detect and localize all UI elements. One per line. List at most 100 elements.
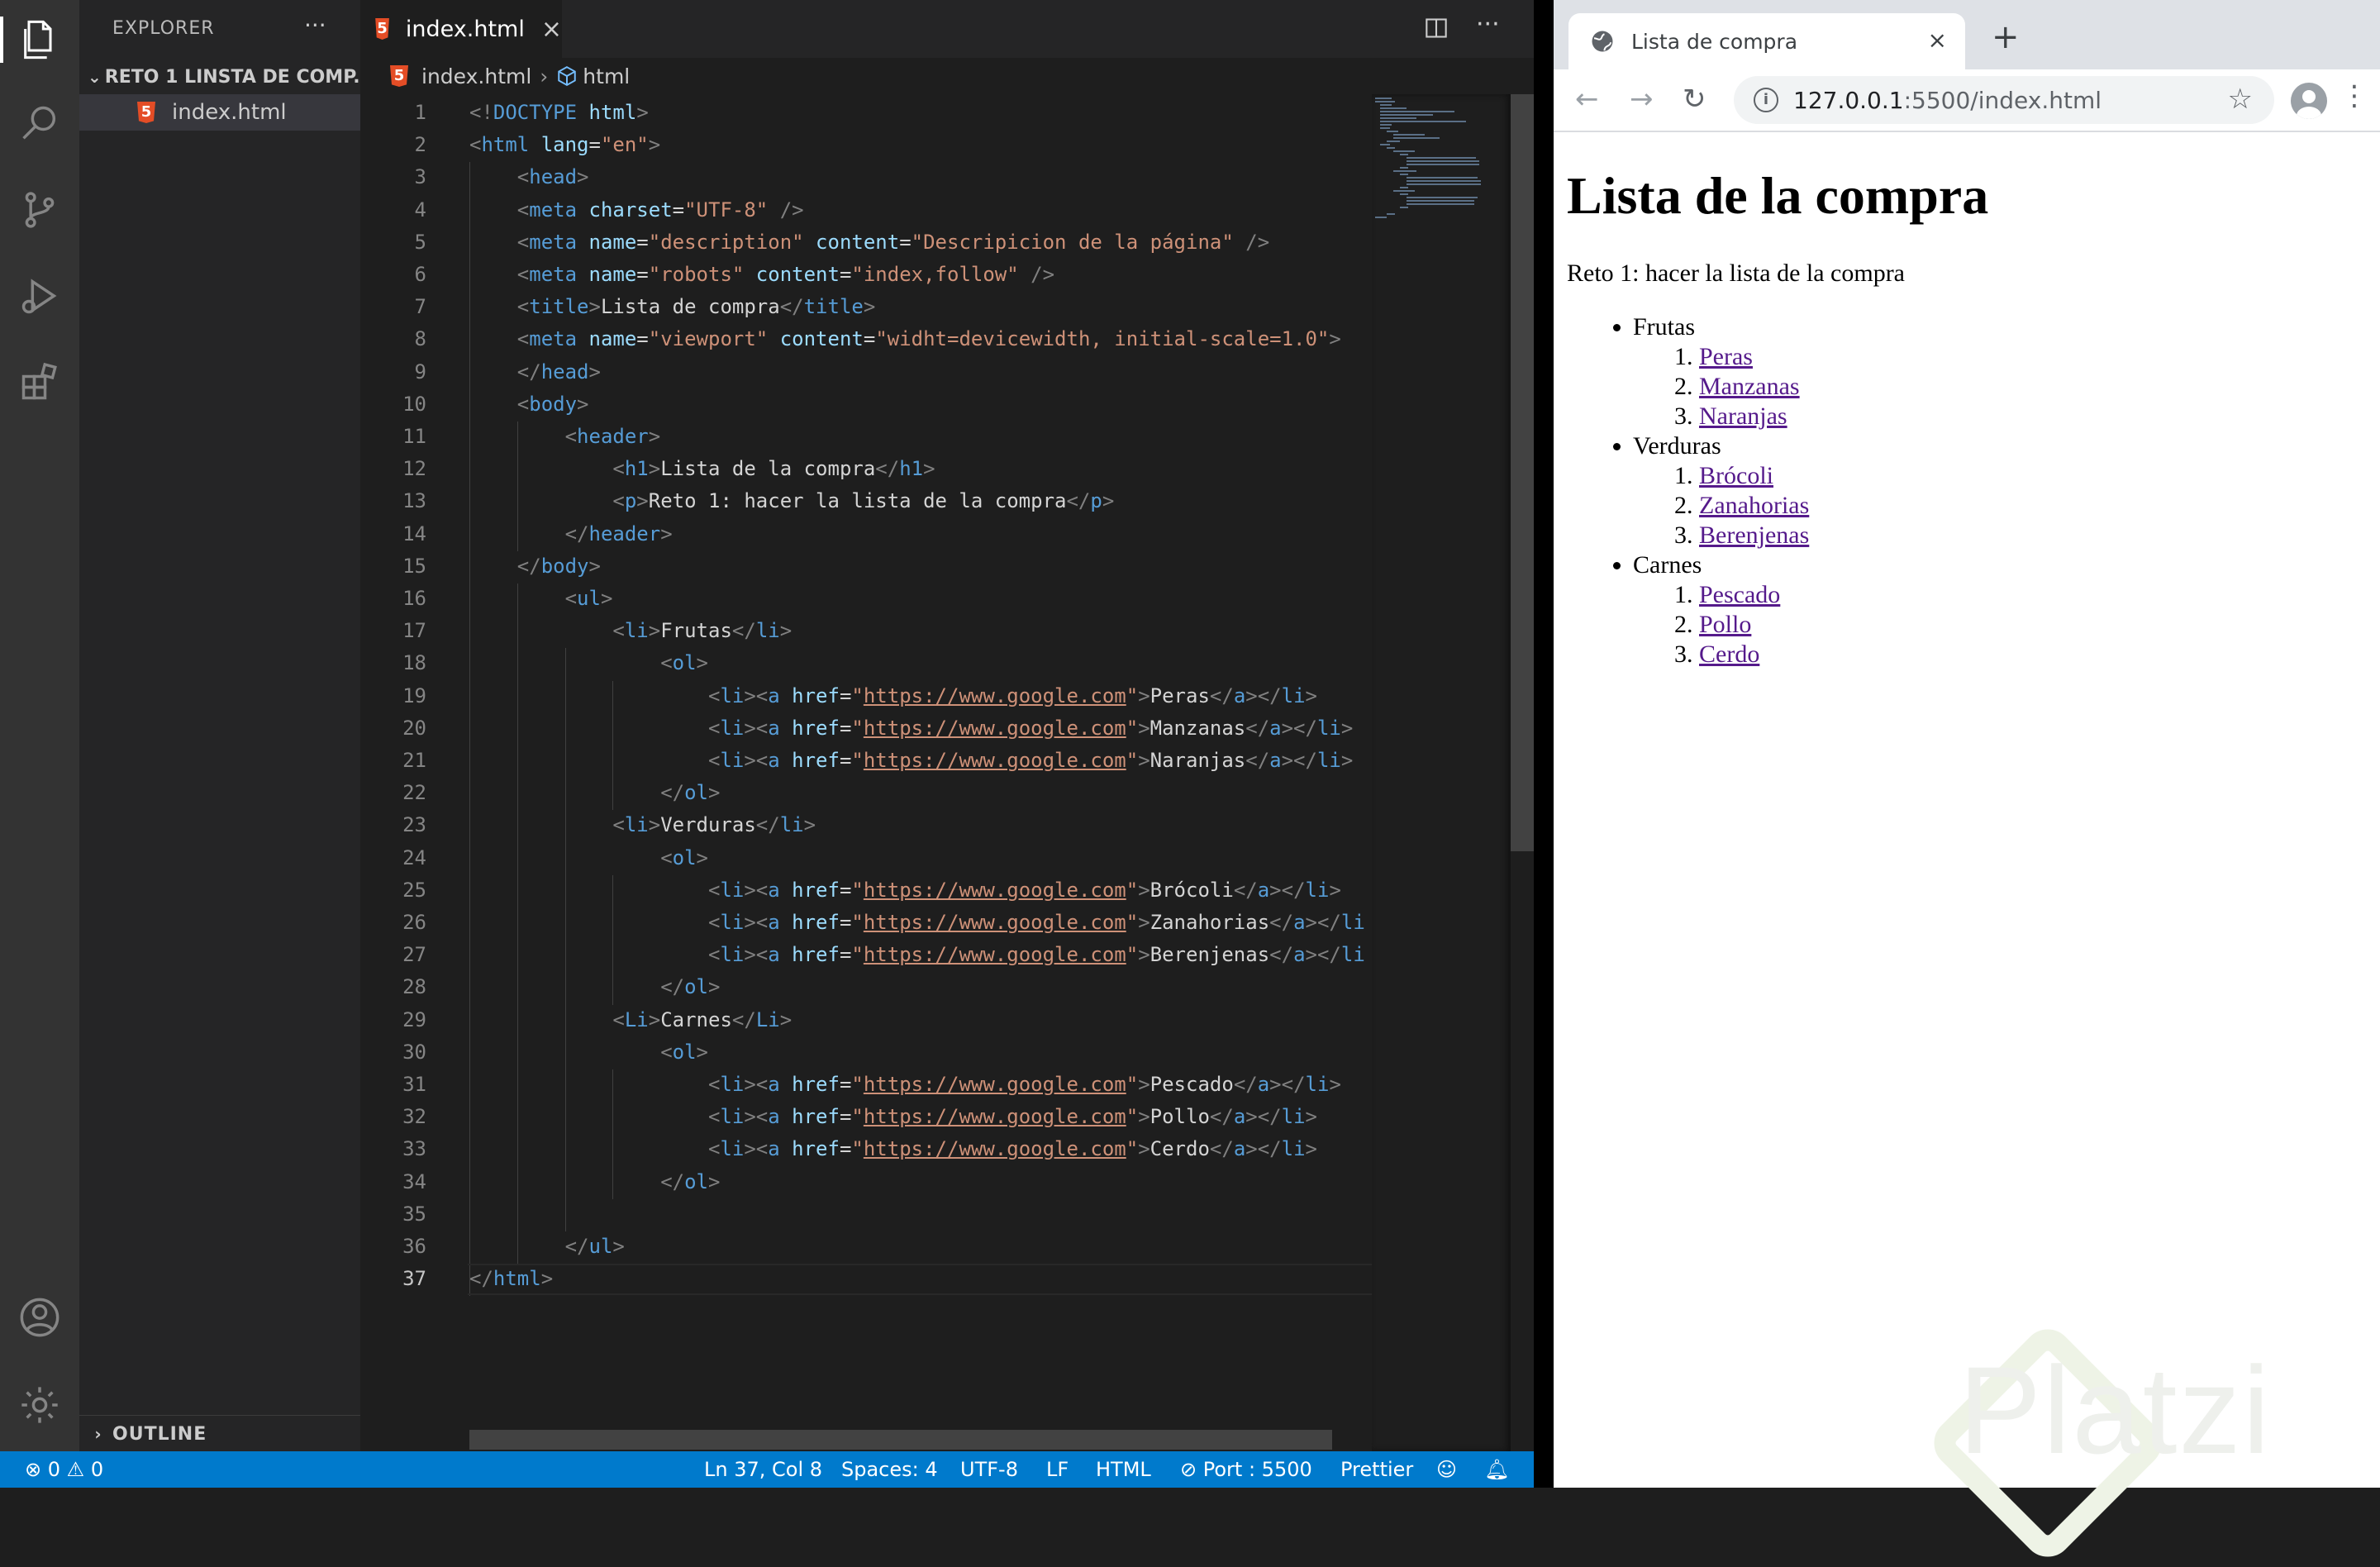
code-line[interactable]: 37 </html> (360, 1264, 1372, 1293)
kebab-menu-icon[interactable]: ⋮ (2340, 79, 2368, 112)
source-control-icon[interactable] (17, 187, 63, 233)
code-token[interactable]: https://www.google.com (864, 684, 1126, 707)
problems-indicator[interactable]: ⊗ 0 ⚠ 0 (25, 1451, 103, 1488)
address-bar[interactable]: i 127.0.0.1:5500/index.html ☆ (1734, 76, 2274, 124)
code-line[interactable]: 8 <meta name="viewport" content="widht=d… (360, 324, 1372, 354)
run-debug-icon[interactable] (17, 273, 63, 319)
browser-tab[interactable]: Lista de compra × (1568, 13, 1965, 69)
code-line[interactable]: 16 <ul> (360, 583, 1372, 613)
breadcrumb-file[interactable]: index.html (421, 64, 531, 88)
forward-arrow-icon[interactable]: → (1630, 83, 1654, 116)
tab-index-html[interactable]: 5 index.html × (360, 0, 562, 58)
minimap[interactable] (1372, 94, 1511, 1451)
vertical-scrollbar[interactable] (1511, 94, 1534, 1451)
code-line[interactable]: 27 <li><a href="https://www.google.com">… (360, 940, 1372, 969)
code-line[interactable]: 29 <Li>Carnes</Li> (360, 1005, 1372, 1035)
code-editor[interactable]: 1 <!DOCTYPE html> 2 <html lang="en"> 3 <head… (360, 94, 1372, 1451)
code-line[interactable]: 25 <li><a href="https://www.google.com">… (360, 875, 1372, 905)
horizontal-scrollbar-thumb[interactable] (469, 1430, 1332, 1450)
editor-more-button[interactable]: ··· (1476, 10, 1500, 39)
close-icon[interactable]: × (1928, 26, 1947, 54)
code-line[interactable]: 22 </ol> (360, 778, 1372, 807)
search-icon[interactable] (17, 101, 63, 147)
info-icon[interactable]: i (1754, 88, 1778, 112)
code-line[interactable]: 9 </head> (360, 357, 1372, 387)
encoding[interactable]: UTF-8 (960, 1451, 1018, 1488)
profile-avatar-icon[interactable] (2291, 83, 2327, 119)
code-line[interactable]: 26 <li><a href="https://www.google.com">… (360, 907, 1372, 937)
code-line[interactable]: 3 <head> (360, 162, 1372, 192)
code-token[interactable]: https://www.google.com (864, 1073, 1126, 1096)
code-line[interactable]: 15 </body> (360, 551, 1372, 581)
item-link[interactable]: Berenjenas (1699, 522, 1809, 549)
code-token[interactable]: https://www.google.com (864, 911, 1126, 934)
close-icon[interactable]: × (541, 15, 562, 44)
code-line[interactable]: 17 <li>Frutas</li> (360, 616, 1372, 645)
code-line[interactable]: 24 <ol> (360, 843, 1372, 873)
extensions-icon[interactable] (17, 359, 63, 405)
code-token[interactable]: https://www.google.com (864, 943, 1126, 966)
item-link[interactable]: Pollo (1699, 611, 1751, 638)
reload-icon[interactable]: ↻ (1683, 83, 1706, 116)
bookmark-star-icon[interactable]: ☆ (2228, 83, 2253, 116)
new-tab-button[interactable]: + (1992, 18, 2020, 56)
item-link[interactable]: Zanahorias (1699, 492, 1809, 519)
code-line[interactable]: 14 </header> (360, 519, 1372, 549)
code-line[interactable]: 5 <meta name="description" content="Desc… (360, 227, 1372, 257)
code-line[interactable]: 2 <html lang="en"> (360, 130, 1372, 160)
explorer-files-icon[interactable] (17, 17, 63, 63)
code-line[interactable]: 10 <body> (360, 389, 1372, 419)
code-line[interactable]: 7 <title>Lista de compra</title> (360, 292, 1372, 321)
code-line[interactable]: 12 <h1>Lista de la compra</h1> (360, 454, 1372, 483)
feedback-icon[interactable]: ☺ (1436, 1451, 1457, 1488)
code-line[interactable]: 20 <li><a href="https://www.google.com">… (360, 713, 1372, 743)
code-line[interactable]: 35 (360, 1199, 1372, 1229)
workspace-folder[interactable]: ⌄ RETO 1 LINSTA DE COMP... (79, 61, 360, 93)
code-line[interactable]: 33 <li><a href="https://www.google.com">… (360, 1134, 1372, 1164)
item-link[interactable]: Peras (1699, 343, 1753, 370)
language-mode[interactable]: HTML (1096, 1451, 1151, 1488)
code-line[interactable]: 11 <header> (360, 422, 1372, 451)
item-link[interactable]: Manzanas (1699, 373, 1800, 400)
code-token[interactable]: https://www.google.com (864, 717, 1126, 740)
end-of-line[interactable]: LF (1046, 1451, 1069, 1488)
cursor-position[interactable]: Ln 37, Col 8 (704, 1451, 822, 1488)
code-line[interactable]: 13 <p>Reto 1: hacer la lista de la compr… (360, 486, 1372, 516)
code-line[interactable]: 36 </ul> (360, 1231, 1372, 1261)
code-token[interactable]: https://www.google.com (864, 1105, 1126, 1128)
code-line[interactable]: 4 <meta charset="UTF-8" /> (360, 195, 1372, 225)
outline-section[interactable]: › OUTLINE (79, 1415, 360, 1452)
accounts-icon[interactable] (17, 1294, 63, 1341)
code-line[interactable]: 21 <li><a href="https://www.google.com">… (360, 745, 1372, 775)
split-editor-icon[interactable] (1425, 17, 1448, 40)
prettier-status[interactable]: Prettier (1340, 1451, 1413, 1488)
code-token: Pollo (1150, 1105, 1210, 1129)
code-line[interactable]: 28 </ol> (360, 972, 1372, 1002)
code-line[interactable]: 23 <li>Verduras</li> (360, 810, 1372, 840)
item-link[interactable]: Cerdo (1699, 641, 1759, 668)
code-line[interactable]: 18 <ol> (360, 648, 1372, 678)
code-line[interactable]: 6 <meta name="robots" content="index,fol… (360, 260, 1372, 289)
gear-icon[interactable] (17, 1382, 63, 1428)
code-line[interactable]: 30 <ol> (360, 1037, 1372, 1067)
back-arrow-icon[interactable]: ← (1575, 83, 1599, 116)
item-link[interactable]: Brócoli (1699, 462, 1773, 489)
code-token[interactable]: https://www.google.com (864, 749, 1126, 772)
item-link[interactable]: Pescado (1699, 581, 1780, 608)
code-line[interactable]: 19 <li><a href="https://www.google.com">… (360, 681, 1372, 711)
notifications-bell-icon[interactable]: 🔔︎ (1484, 1451, 1509, 1488)
code-line[interactable]: 1 <!DOCTYPE html> (360, 98, 1372, 127)
code-line[interactable]: 31 <li><a href="https://www.google.com">… (360, 1069, 1372, 1099)
vertical-scrollbar-thumb[interactable] (1511, 94, 1534, 851)
code-token: " (1126, 716, 1139, 740)
file-item-index-html[interactable]: 5 index.html (79, 94, 360, 131)
item-link[interactable]: Naranjas (1699, 402, 1787, 430)
code-line[interactable]: 34 </ol> (360, 1167, 1372, 1197)
code-line[interactable]: 32 <li><a href="https://www.google.com">… (360, 1102, 1372, 1131)
live-server-port[interactable]: ⊘ Port : 5500 (1180, 1451, 1312, 1488)
code-token[interactable]: https://www.google.com (864, 879, 1126, 902)
explorer-more-button[interactable]: ··· (304, 12, 326, 39)
indentation[interactable]: Spaces: 4 (841, 1451, 938, 1488)
code-token[interactable]: https://www.google.com (864, 1137, 1126, 1160)
breadcrumb-node[interactable]: html (583, 64, 630, 88)
